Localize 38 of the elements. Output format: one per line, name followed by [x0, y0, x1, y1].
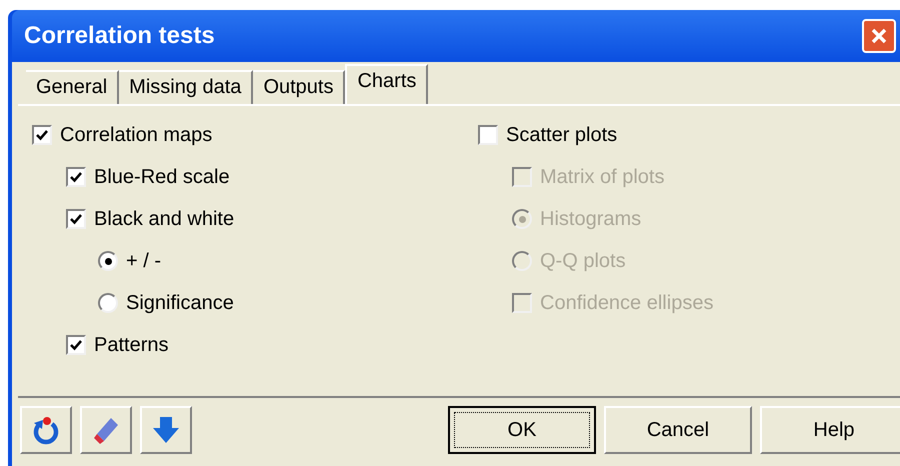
option-label: Histograms — [540, 207, 642, 232]
checkmark-icon — [35, 128, 49, 142]
option-label: Significance — [126, 291, 234, 316]
dialog-button[interactable]: Help — [760, 406, 900, 454]
option-label: Blue-Red scale — [94, 165, 230, 190]
checkmark-icon — [69, 338, 83, 352]
checkbox[interactable] — [66, 167, 86, 187]
checkbox[interactable] — [478, 125, 498, 145]
checkbox[interactable] — [66, 335, 86, 355]
reset-button[interactable] — [20, 406, 72, 454]
tab[interactable]: Charts — [345, 64, 428, 104]
close-button[interactable] — [862, 19, 896, 53]
option-label: Confidence ellipses — [540, 291, 714, 316]
checkbox[interactable] — [32, 125, 52, 145]
radio-button[interactable] — [98, 293, 118, 313]
down-arrow-icon — [151, 415, 181, 445]
dialog-button[interactable]: OK — [448, 406, 596, 454]
eraser-button[interactable] — [80, 406, 132, 454]
eraser-icon — [91, 415, 121, 445]
option-label: Correlation maps — [60, 123, 212, 148]
checkmark-icon — [69, 212, 83, 226]
option-label: Scatter plots — [506, 123, 618, 148]
option-label: Black and white — [94, 207, 234, 232]
dialog-button[interactable]: Cancel — [604, 406, 752, 454]
option-label: Patterns — [94, 333, 168, 358]
checkbox[interactable] — [66, 209, 86, 229]
option-label: + / - — [126, 249, 162, 274]
close-icon — [870, 27, 888, 45]
download-button[interactable] — [140, 406, 192, 454]
tab[interactable]: Missing data — [119, 70, 254, 104]
tab[interactable]: General — [26, 70, 120, 104]
refresh-icon — [31, 415, 61, 445]
tab[interactable]: Outputs — [253, 70, 346, 104]
window-title: Correlation tests — [24, 21, 215, 51]
option-label: Q-Q plots — [540, 249, 626, 274]
radio-button[interactable] — [98, 251, 118, 271]
checkmark-icon — [69, 170, 83, 184]
option-label: Matrix of plots — [540, 165, 664, 190]
